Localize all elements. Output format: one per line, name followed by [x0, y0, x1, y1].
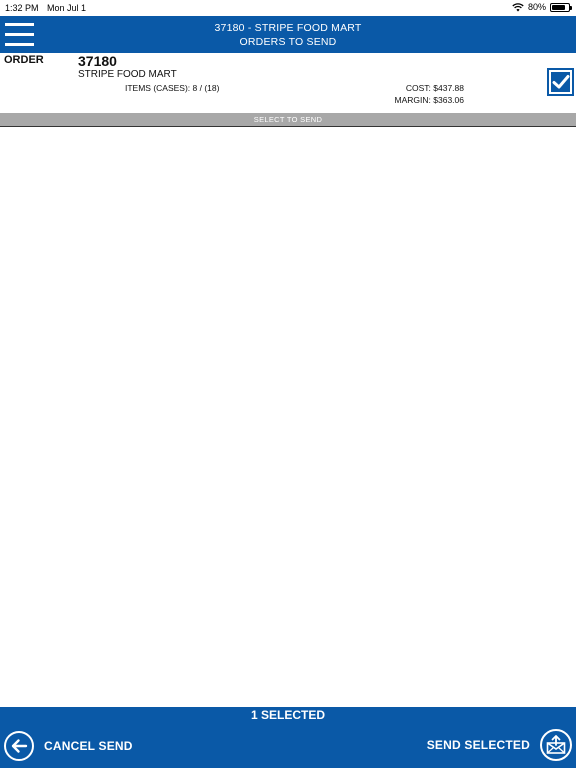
menu-line — [5, 43, 34, 46]
send-selected-button[interactable]: SEND SELECTED — [427, 728, 572, 762]
battery-fill — [552, 4, 565, 10]
battery-icon — [550, 2, 572, 12]
order-row[interactable]: ORDER 37180 STRIPE FOOD MART ITEMS (CASE… — [0, 53, 576, 113]
status-bar: 1:32 PM Mon Jul 1 80% — [0, 0, 576, 16]
status-indicators: 80% — [512, 2, 572, 12]
send-selected-label: SEND SELECTED — [426, 738, 530, 752]
arrow-left-icon — [4, 731, 34, 761]
menu-line — [5, 33, 34, 36]
order-cost: COST: $437.88 — [405, 83, 464, 93]
order-margin: MARGIN: $363.06 — [394, 95, 464, 105]
menu-line — [5, 23, 34, 26]
wifi-icon — [512, 3, 524, 12]
envelope-upload-icon — [540, 729, 572, 761]
footer-bar: 1 SELECTED CANCEL SEND SEND SELECTED — [0, 707, 576, 768]
status-time: 1:32 PM — [5, 3, 39, 13]
status-date: Mon Jul 1 — [47, 3, 87, 13]
checkmark-icon — [552, 75, 569, 89]
order-number: 37180 — [78, 53, 117, 69]
cancel-send-label: CANCEL SEND — [44, 739, 133, 753]
battery-percentage: 80% — [527, 2, 546, 12]
battery-tip — [570, 5, 572, 10]
selected-count: 1 SELECTED — [250, 708, 325, 722]
items-cases: ITEMS (CASES): 8 / (18) — [125, 83, 220, 93]
order-select-checkbox[interactable] — [547, 68, 574, 96]
select-to-send-bar: SELECT TO SEND — [0, 113, 576, 127]
checkbox-fill — [551, 72, 570, 92]
order-label: ORDER — [4, 54, 44, 66]
header-subtitle: ORDERS TO SEND — [239, 36, 337, 48]
app-header: 37180 - STRIPE FOOD MART ORDERS TO SEND — [0, 16, 576, 53]
hamburger-menu-icon[interactable] — [5, 21, 34, 47]
header-titles: 37180 - STRIPE FOOD MART ORDERS TO SEND — [0, 16, 576, 49]
store-name: STRIPE FOOD MART — [78, 69, 177, 80]
cancel-send-button[interactable]: CANCEL SEND — [4, 730, 133, 762]
header-title: 37180 - STRIPE FOOD MART — [214, 22, 362, 34]
order-list-area — [0, 128, 576, 707]
